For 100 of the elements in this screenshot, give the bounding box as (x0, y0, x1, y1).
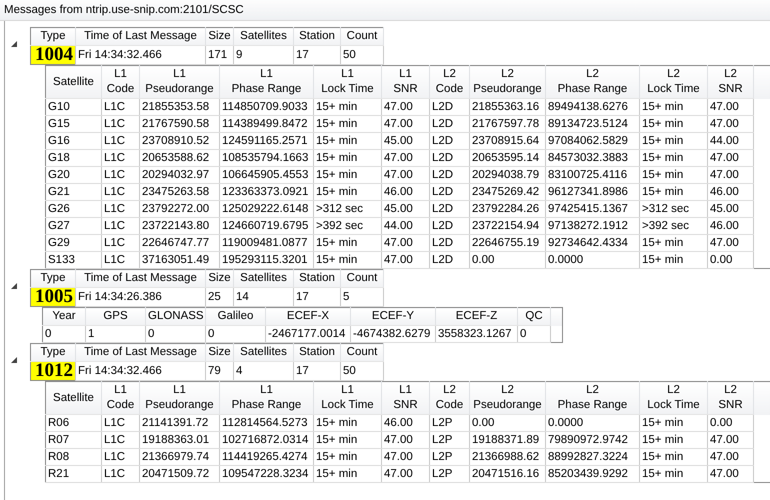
column-header[interactable]: QC (518, 308, 550, 326)
column-header[interactable]: L2 SNR (708, 66, 754, 98)
column-header[interactable]: L2 Phase Range (546, 382, 640, 414)
table-cell: 47.00 (382, 252, 430, 268)
column-header[interactable]: Time of Last Message (76, 344, 206, 362)
column-header[interactable]: ECEF-X (266, 308, 350, 326)
table-cell: G26 (46, 200, 102, 218)
column-header[interactable]: L1 Lock Time (314, 66, 382, 98)
column-header[interactable]: Satellites (234, 28, 294, 46)
column-header[interactable]: Satellite (46, 66, 102, 98)
column-header[interactable]: Satellites (234, 270, 294, 288)
column-header[interactable]: Galileo (206, 308, 266, 326)
table-cell: L1C (102, 252, 140, 268)
column-header[interactable]: L1 Phase Range (220, 66, 314, 98)
table-cell: 84573032.3883 (546, 150, 640, 166)
column-header[interactable]: Count (340, 270, 384, 288)
table-cell: 123363373.0921 (220, 184, 314, 200)
column-header[interactable]: Satellites (234, 344, 294, 362)
column-header[interactable]: L1 SNR (382, 66, 430, 98)
column-header[interactable]: L2 Lock Time (640, 382, 708, 414)
column-header[interactable]: Type (30, 28, 76, 46)
expand-icon[interactable] (11, 41, 17, 47)
expand-icon[interactable] (11, 283, 17, 289)
table-cell: 0.00 (708, 414, 754, 432)
table-cell: 47.00 (382, 98, 430, 116)
table-cell: 47.00 (708, 116, 754, 132)
column-header[interactable]: L1 Code (102, 382, 140, 414)
table-cell: L2D (430, 184, 470, 200)
column-header[interactable]: GLONASS (146, 308, 206, 326)
table-cell: 23722143.80 (140, 218, 220, 234)
table-cell: 20294038.79 (470, 166, 546, 184)
column-header[interactable]: Count (340, 344, 384, 362)
table-cell: 21366979.74 (140, 448, 220, 466)
column-header[interactable]: Type (30, 344, 76, 362)
table-cell: 9 (234, 46, 294, 64)
column-header[interactable]: Station (294, 28, 340, 46)
message-type: 1012 (30, 362, 76, 380)
column-header[interactable]: Type (30, 270, 76, 288)
table-cell: L2P (430, 414, 470, 432)
column-header[interactable]: ECEF-Z (436, 308, 518, 326)
column-header[interactable]: L1 Pseudorange (140, 382, 220, 414)
column-header[interactable]: Time of Last Message (76, 28, 206, 46)
table-cell: L1C (102, 466, 140, 482)
table-cell: 47.00 (708, 234, 754, 252)
table-cell: 15+ min (314, 252, 382, 268)
column-header[interactable]: Satellite (46, 382, 102, 414)
table-cell: R08 (46, 448, 102, 466)
table-cell: 4 (234, 362, 294, 380)
table-cell: S133 (46, 252, 102, 268)
table-cell: >312 sec (640, 200, 708, 218)
column-header[interactable]: Station (294, 270, 340, 288)
table-cell: 21366988.62 (470, 448, 546, 466)
table-cell: 15+ min (640, 184, 708, 200)
table-cell: L1C (102, 150, 140, 166)
column-header[interactable]: L1 SNR (382, 382, 430, 414)
table-cell: L2D (430, 150, 470, 166)
column-header[interactable]: L2 SNR (708, 382, 754, 414)
table-cell: 97138272.1912 (546, 218, 640, 234)
table-cell: 0 (42, 326, 86, 342)
table-cell: 23792284.26 (470, 200, 546, 218)
table-cell: 15+ min (640, 466, 708, 482)
table-cell: 15+ min (640, 448, 708, 466)
table-cell: Fri 14:34:32.466 (76, 362, 206, 380)
table-cell: 25 (206, 288, 234, 306)
table-cell: 45.00 (708, 200, 754, 218)
column-header[interactable]: GPS (86, 308, 146, 326)
column-header[interactable]: L1 Code (102, 66, 140, 98)
table-cell: 0.00 (708, 252, 754, 268)
table-cell: 15+ min (314, 166, 382, 184)
table-cell: 92734642.4334 (546, 234, 640, 252)
column-header[interactable]: Count (340, 28, 384, 46)
column-header[interactable]: Size (206, 28, 234, 46)
column-header[interactable]: L2 Pseudorange (470, 382, 546, 414)
column-header[interactable]: L2 Code (430, 382, 470, 414)
table-cell: G27 (46, 218, 102, 234)
table-cell: L1C (102, 200, 140, 218)
column-header[interactable]: Time of Last Message (76, 270, 206, 288)
column-header[interactable]: L2 Phase Range (546, 66, 640, 98)
column-header[interactable]: Size (206, 344, 234, 362)
expand-icon[interactable] (11, 357, 17, 363)
column-header[interactable]: L2 Pseudorange (470, 66, 546, 98)
table-cell: 20471509.72 (140, 466, 220, 482)
table-cell: 15+ min (640, 150, 708, 166)
table-cell: 5 (340, 288, 384, 306)
table-cell: 44.00 (708, 132, 754, 150)
column-header[interactable]: Year (42, 308, 86, 326)
column-header[interactable]: Size (206, 270, 234, 288)
table-cell: L1C (102, 98, 140, 116)
column-header[interactable]: ECEF-Y (350, 308, 436, 326)
table-cell: 15+ min (314, 432, 382, 448)
column-header[interactable]: L1 Phase Range (220, 382, 314, 414)
column-header[interactable]: Station (294, 344, 340, 362)
column-header[interactable]: L2 Code (430, 66, 470, 98)
table-cell: 106645905.4553 (220, 166, 314, 184)
table-cell: 50 (340, 362, 384, 380)
table-cell: >392 sec (640, 218, 708, 234)
table-cell: 0.00 (470, 414, 546, 432)
column-header[interactable]: L2 Lock Time (640, 66, 708, 98)
column-header[interactable]: L1 Lock Time (314, 382, 382, 414)
column-header[interactable]: L1 Pseudorange (140, 66, 220, 98)
